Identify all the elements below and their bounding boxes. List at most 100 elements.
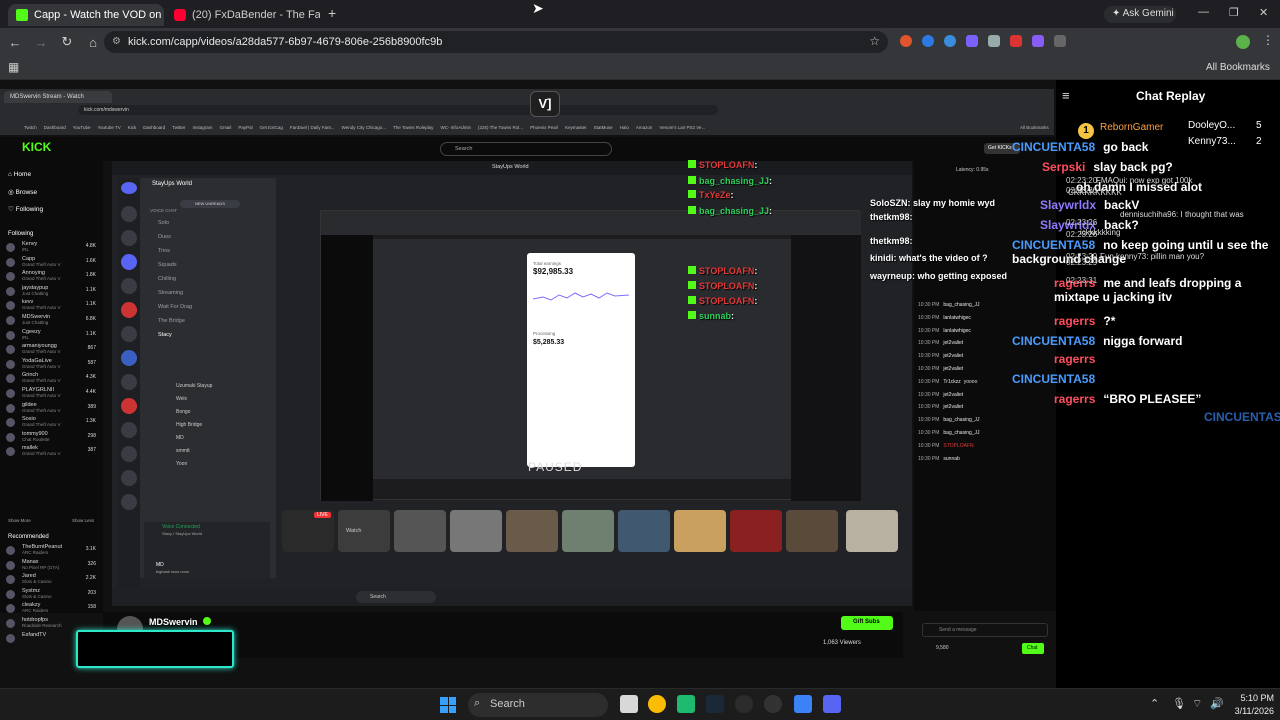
youtube-icon [174,9,186,21]
back-icon[interactable]: ← [4,35,26,50]
all-bookmarks-label: All Bookmarks [1206,62,1270,73]
overlay-chat-message: : what's the video of ? [893,253,988,263]
overlay-chat-line: STOPLOAFN: [688,296,757,306]
file-explorer-icon[interactable] [620,695,638,713]
inner-bookmark: Dashboard [43,125,66,130]
reload-icon[interactable]: ↻ [56,34,78,50]
discord-icon[interactable] [823,695,841,713]
channel-viewers: 1.1K [85,286,96,293]
latency-label: Latency: 0.95s [956,167,989,173]
chat-time: 10:30 PM [918,404,940,411]
vod-logo-icon: V] [530,91,560,117]
channel-viewers: 298 [87,432,96,439]
taskbar-search-label: Search [490,698,525,710]
taskbar-search[interactable]: ⌕ Search [468,693,608,717]
steam-icon[interactable] [706,695,724,713]
channel-category: ARC Raiders [22,550,49,555]
profile-avatar[interactable] [1236,35,1250,49]
voice-member: High Bridge [176,422,203,428]
inner-bookmark: The Towns Roleplay [392,125,434,130]
sidebar-channel-item: mallek Grand Theft Auto V 387 [4,445,100,459]
server-icon [121,182,137,194]
extension-icon[interactable] [1032,35,1044,47]
mic-icon[interactable]: 🎙 [1172,697,1186,710]
overlay-chat-message: : [909,212,913,222]
inner-bookmark: Keymaster [565,125,587,130]
forward-icon[interactable]: → [30,35,52,50]
home-icon[interactable]: ⌂ [82,35,104,50]
earnings-phone-screen: Total earnings $92,985.33 Processing $5,… [527,253,635,467]
viewer-count: 1,063 Viewers [823,640,861,646]
inner-bookmark: PayPal [238,125,253,130]
chat-message: yoooo [963,378,978,385]
app-icon[interactable] [794,695,812,713]
inner-bookmark: YouTube [72,125,91,130]
verified-badge-icon [203,617,211,625]
minimize-button[interactable]: — [1198,6,1209,18]
chat-replay-timestamp: 02:23:26 [1066,218,1098,227]
voice-channel: The Bridge [158,318,185,324]
inner-url-text: kick.com/mdswervin [84,107,129,113]
inner-bookmark: Wendy City Chicago... [341,125,386,130]
wifi-icon[interactable]: ⌔ [1192,697,1202,711]
sidebar-channel-item: MDSwervin Just Chatting 6.8K [4,314,100,328]
chat-replay-timestamp: 02:23:31 [1066,276,1098,285]
site-info-icon[interactable]: ⚙ [112,36,121,47]
total-earnings-label: Total earnings [533,261,562,266]
app-icon[interactable] [735,695,753,713]
all-bookmarks-link[interactable]: All Bookmarks [1206,62,1270,73]
chat-replay-overlap-text: CKKKKKKKKK [1068,188,1122,197]
inner-chat-line: 10:30 PM Tr1ckzz yoooo [918,379,977,385]
chat-time: 10:30 PM [918,442,940,449]
chat-replay-title: Chat Replay [1136,89,1206,103]
chrome-icon[interactable] [648,695,666,713]
tab-capp-vod[interactable]: Capp - Watch the VOD on K ✕ [8,4,164,26]
windows-start-icon[interactable] [440,697,456,713]
ask-gemini-button[interactable]: ✦ Ask Gemini [1104,6,1176,23]
extension-icon[interactable] [944,35,956,47]
sidebar-channel-item: Annoying Grand Theft Auto V 1.8K [4,270,100,284]
window-close-button[interactable]: ✕ [1259,6,1268,19]
chevron-up-icon[interactable]: ⌃ [1150,697,1159,710]
inner-bookmark: Phoenix Pearl [530,125,559,130]
inner-chat-line: 10:30 PM jet2valiet [918,353,966,359]
chat-replay-message: ragerrs “BRO PLEASEE” [1054,392,1201,406]
chat-username: jet2valiet [943,353,964,360]
tab-youtube[interactable]: (20) FxDaBender - The Face (Offi ✕ [166,4,320,26]
extension-icon[interactable] [922,35,934,47]
app-icon[interactable] [764,695,782,713]
menu-kebab-icon[interactable]: ⋮ [1262,33,1274,47]
bookmark-star-icon[interactable]: ☆ [869,34,880,48]
extension-icon[interactable] [1010,35,1022,47]
voice-member: Yoon [176,461,188,467]
extension-icon[interactable] [988,35,1000,47]
inner-bookmark: StatMuse [593,125,613,130]
channel-avatar [6,374,15,384]
chat-replay-user: Slaywrldx [1040,198,1097,212]
extension-icon[interactable] [966,35,978,47]
voice-channel: Squads [158,262,177,268]
app-icon[interactable] [677,695,695,713]
maximize-button[interactable]: ❐ [1229,6,1239,19]
server-icon [121,350,137,366]
chat-time: 10:30 PM [918,366,940,372]
hamburger-menu-icon[interactable]: ≡ [1062,88,1070,103]
overlay-chat-line: STOPLOAFN: [688,281,757,291]
channel-viewers: 4.8K [85,243,96,249]
extensions-puzzle-icon[interactable] [1054,35,1066,47]
inner-tab: MDSwervin Stream - Watch [4,91,112,103]
extension-icon[interactable] [900,35,912,47]
new-tab-button[interactable]: + [328,5,336,21]
nested-sidebar [321,235,373,501]
voice-channel: Streaming [158,290,184,296]
server-icon [121,422,137,438]
inner-tab-label: MDSwervin Stream - Watch [10,94,84,100]
chat-username: bag_chasing_JJ [943,430,980,436]
url-field[interactable]: ⚙ kick.com/capp/videos/a28da577-6b97-467… [104,31,888,53]
sidebar-channel-item: Capp Grand Theft Auto V 1.6K [4,256,100,270]
channel-avatar [6,272,15,282]
volume-icon[interactable]: 🔊 [1210,697,1224,710]
apps-grid-icon[interactable]: ▦ [8,60,19,74]
earnings-sparkline [533,292,629,301]
bookmarks-bar: ▦ All Bookmarks [0,56,1280,80]
